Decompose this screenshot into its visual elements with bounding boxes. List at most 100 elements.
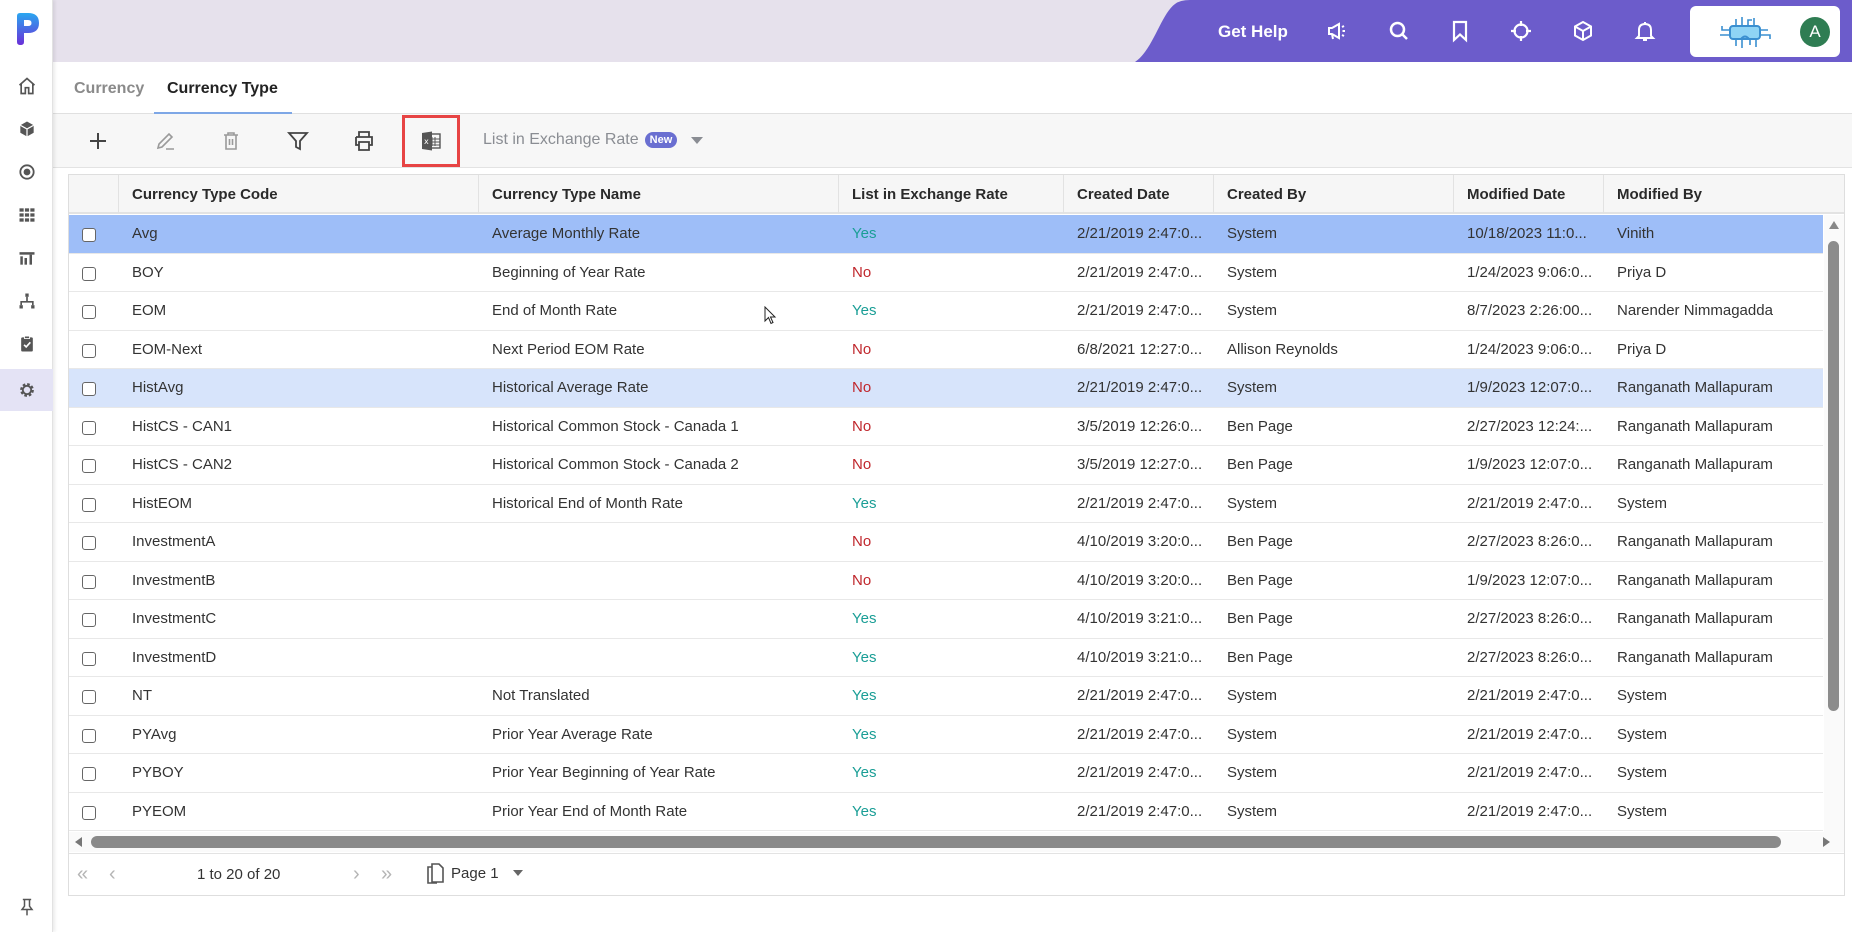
row-checkbox[interactable] <box>82 574 96 589</box>
sidebar-item-tasks[interactable] <box>0 323 53 365</box>
cell-modified-by: Ranganath Mallapuram <box>1617 417 1773 435</box>
table-row[interactable]: InvestmentA No 4/10/2019 3:20:0... Ben Page… <box>69 523 1823 562</box>
tab-currency[interactable]: Currency <box>74 80 144 112</box>
cell-list-in-exchange-rate: Yes <box>852 610 877 627</box>
table-row[interactable]: NT Not Translated Yes 2/21/2019 2:47:0... Sy… <box>69 677 1823 716</box>
header-created-date[interactable]: Created Date <box>1064 175 1214 214</box>
row-checkbox[interactable] <box>82 497 96 512</box>
table-row[interactable]: Avg Average Monthly Rate Yes 2/21/2019 2:47… <box>69 215 1823 254</box>
sidebar-item-settings[interactable] <box>0 369 53 411</box>
scroll-right-arrow-icon[interactable] <box>1823 837 1830 847</box>
search-button[interactable] <box>1386 18 1412 44</box>
page-selector[interactable]: Page 1 <box>425 862 523 884</box>
cell-name: Historical End of Month Rate <box>492 494 683 512</box>
delete-button[interactable] <box>216 127 246 155</box>
user-avatar[interactable]: A <box>1800 17 1830 47</box>
row-checkbox[interactable] <box>82 690 96 704</box>
table-row[interactable]: PYBOY Prior Year Beginning of Year Rate Ye… <box>69 754 1823 793</box>
table-row[interactable]: PYEOM Prior Year End of Month Rate Yes 2/21… <box>69 792 1823 831</box>
cell-modified-date: 2/27/2023 12:24:... <box>1467 417 1593 435</box>
sidebar-item-cube[interactable] <box>0 108 53 150</box>
row-checkbox[interactable] <box>82 228 96 242</box>
row-checkbox[interactable] <box>82 420 96 435</box>
vertical-scrollbar[interactable] <box>1824 215 1844 847</box>
sidebar-item-grid[interactable] <box>0 194 53 236</box>
app-logo[interactable] <box>12 12 42 46</box>
cell-name: Beginning of Year Rate <box>492 263 646 281</box>
table-row[interactable]: HistAvg Historical Average Rate No 2/21/201… <box>69 369 1823 408</box>
cell-name: Next Period EOM Rate <box>492 340 645 358</box>
row-checkbox[interactable] <box>82 305 96 319</box>
table-row[interactable]: InvestmentB No 4/10/2019 3:20:0... Ben Page… <box>69 561 1823 600</box>
row-checkbox[interactable] <box>82 613 96 627</box>
announcements-button[interactable] <box>1324 18 1350 44</box>
print-button[interactable] <box>349 127 379 155</box>
sidebar-item-home[interactable] <box>0 65 53 107</box>
cell-code: BOY <box>132 263 164 281</box>
crosshair-button[interactable] <box>1508 18 1534 44</box>
header-created-by[interactable]: Created By <box>1214 175 1454 214</box>
row-checkbox[interactable] <box>82 651 96 666</box>
bookmark-button[interactable] <box>1447 18 1473 44</box>
row-checkbox[interactable] <box>82 767 96 781</box>
header-modified-by[interactable]: Modified By <box>1604 175 1844 214</box>
add-button[interactable] <box>83 127 113 155</box>
edit-button[interactable] <box>150 127 180 155</box>
cell-created-by: System <box>1227 263 1278 281</box>
package-button[interactable] <box>1570 18 1596 44</box>
header-modified-date[interactable]: Modified Date <box>1454 175 1604 214</box>
header-select-col[interactable] <box>69 175 119 214</box>
row-checkbox[interactable] <box>82 343 96 358</box>
header-currency-type-code[interactable]: Currency Type Code <box>119 175 479 214</box>
cell-created-date: 3/5/2019 12:27:0... <box>1077 456 1203 473</box>
row-checkbox[interactable] <box>82 266 96 281</box>
tab-currency-type[interactable]: Currency Type <box>154 80 292 115</box>
cell-modified-date: 2/21/2019 2:47:0... <box>1467 764 1593 781</box>
scroll-left-arrow-icon[interactable] <box>75 837 82 847</box>
sidebar-pin[interactable] <box>0 886 53 928</box>
notifications-button[interactable] <box>1632 18 1658 44</box>
row-checkbox[interactable] <box>82 805 96 820</box>
table-row[interactable]: BOY Beginning of Year Rate No 2/21/2019 2:4… <box>69 253 1823 292</box>
cell-name <box>479 639 839 677</box>
horizontal-scroll-thumb[interactable] <box>91 836 1781 848</box>
cell-modified-by: Narender Nimmagadda <box>1617 302 1773 319</box>
sidebar-item-target[interactable] <box>0 151 53 193</box>
table-row[interactable]: HistCS - CAN2 Historical Common Stock - C… <box>69 446 1823 485</box>
get-help-link[interactable]: Get Help <box>1218 22 1288 42</box>
scroll-up-arrow-icon[interactable] <box>1829 221 1839 229</box>
filter-button[interactable] <box>283 127 313 155</box>
header-currency-type-name[interactable]: Currency Type Name <box>479 175 839 214</box>
table-row[interactable]: HistCS - CAN1 Historical Common Stock - C… <box>69 407 1823 446</box>
table-row[interactable]: EOM-Next Next Period EOM Rate No 6/8/2021 1… <box>69 330 1823 369</box>
row-checkbox[interactable] <box>82 459 96 473</box>
last-page-button[interactable]: » <box>381 864 392 884</box>
row-checkbox[interactable] <box>82 382 96 396</box>
horizontal-scrollbar[interactable] <box>69 832 1844 852</box>
header-list-in-exchange-rate[interactable]: List in Exchange Rate <box>839 175 1064 214</box>
sidebar-item-hierarchy[interactable] <box>0 280 53 322</box>
row-checkbox[interactable] <box>82 536 96 550</box>
cell-modified-date: 2/27/2023 8:26:0... <box>1467 648 1593 666</box>
bookmark-icon <box>1452 20 1468 43</box>
list-in-exchange-rate-dropdown[interactable]: List in Exchange Rate New <box>483 131 704 149</box>
table-row[interactable]: EOM End of Month Rate Yes 2/21/2019 2:47:0.… <box>69 292 1823 331</box>
cell-code: NT <box>132 687 152 704</box>
printer-icon <box>355 131 373 151</box>
export-excel-button[interactable]: x <box>416 127 446 155</box>
sidebar-item-reports[interactable] <box>0 237 53 279</box>
first-page-button[interactable]: « <box>77 864 88 884</box>
cell-list-in-exchange-rate: Yes <box>852 725 877 743</box>
vertical-scroll-thumb[interactable] <box>1828 241 1839 711</box>
cell-modified-date: 2/21/2019 2:47:0... <box>1467 802 1593 820</box>
row-checkbox[interactable] <box>82 728 96 743</box>
cell-modified-date: 2/27/2023 8:26:0... <box>1467 533 1593 550</box>
next-page-button[interactable]: › <box>353 864 360 884</box>
grid-header: Currency Type Code Currency Type Name Li… <box>69 175 1844 214</box>
prev-page-button[interactable]: ‹ <box>109 864 116 884</box>
table-row[interactable]: InvestmentC Yes 4/10/2019 3:21:0... Ben Pag… <box>69 600 1823 639</box>
table-row[interactable]: HistEOM Historical End of Month Rate Yes 2/… <box>69 484 1823 523</box>
table-row[interactable]: PYAvg Prior Year Average Rate Yes 2/21/2019… <box>69 715 1823 754</box>
new-badge: New <box>644 132 678 148</box>
table-row[interactable]: InvestmentD Yes 4/10/2019 3:21:0... Ben Pag… <box>69 638 1823 677</box>
